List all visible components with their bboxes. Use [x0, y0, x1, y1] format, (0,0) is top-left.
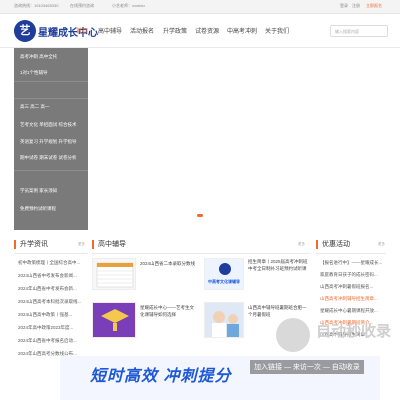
dropdown-item[interactable]: 期中试卷 期末试卷 试卷分析	[20, 155, 77, 161]
dropdown-item[interactable]: 英语复习 升学规划 升学指导	[20, 139, 77, 145]
table-image-icon	[96, 262, 134, 288]
dropdown-item[interactable]: 免费预约试听课程	[20, 206, 56, 212]
online-consult-link[interactable]: 在线预约咨询	[70, 3, 94, 9]
tutoring-column-title: 高中辅导	[92, 240, 126, 249]
banner-headline: 短时高效 冲刺提分	[90, 368, 232, 385]
watermark-title: 自动秒收录	[316, 322, 392, 340]
hotline-text: 咨询热线：19103465330	[14, 3, 59, 8]
watermark-logo-icon	[276, 318, 310, 352]
news-more-link[interactable]: 更多	[78, 242, 85, 247]
dropdown-item[interactable]: 高考冲刺 高中全托	[20, 54, 57, 60]
student-photo-icon	[212, 311, 239, 337]
list-item[interactable]: 2024山西高中政策丨强基...	[18, 312, 88, 318]
nav-dropdown-menu: 高考冲刺 高中全托 1对1个性辅导 高三 高二 高一 艺考文化 单招面试 综合技…	[14, 48, 88, 230]
thumb-label: 中高考文化课辅导	[208, 279, 240, 284]
dropdown-item[interactable]: 艺考文化 单招面试 综合技术	[20, 122, 77, 128]
card-thumbnail[interactable]	[92, 258, 136, 290]
card-thumbnail[interactable]	[204, 302, 244, 338]
dropdown-item[interactable]: 学员案例 家长须知	[20, 188, 57, 194]
apply-link[interactable]: 立即报名	[366, 3, 382, 9]
list-item[interactable]: 山西高考冲刺辅导招生简章...	[320, 296, 386, 302]
list-item[interactable]: 家庭教育日孩子的成长密码...	[320, 272, 386, 278]
card-title[interactable]: 2024山西省二本录取分数线	[140, 260, 198, 267]
dropdown-item[interactable]: 高三 高二 高一	[20, 104, 50, 110]
events-column-title: 优惠活动	[316, 240, 350, 249]
card-title[interactable]: 山西高中辅导班暑期班合肥一个月暑假班	[248, 304, 308, 318]
list-item[interactable]: 初中政策梳理丨全国综合高中...	[18, 260, 88, 266]
logo-text: 星耀成长中心	[38, 28, 98, 39]
list-item[interactable]: 2024年高中政策2023年度...	[18, 325, 88, 331]
list-item[interactable]: 山西高考冲刺暑假班报名...	[320, 284, 386, 290]
dropdown-divider	[14, 170, 88, 171]
dropdown-divider	[14, 81, 88, 82]
list-item[interactable]: 2024山西高考本科批次录取线...	[18, 299, 88, 305]
graduation-icon	[101, 309, 129, 331]
news-column-title: 升学资讯	[14, 240, 48, 249]
column-divider	[92, 253, 310, 254]
logo-badge: 艺	[14, 20, 36, 42]
card-thumbnail[interactable]	[92, 302, 136, 338]
list-item[interactable]: 2024山西省中考发布会新闻...	[18, 273, 88, 279]
list-item[interactable]: 【报名进行中】——星耀成长...	[320, 260, 386, 266]
card-title[interactable]: 招生简章丨2025届高考冲刺班中考全日制补习班预约试听课	[248, 258, 308, 272]
list-item[interactable]: 2024年山西省中考报名启动...	[18, 338, 88, 344]
column-divider	[14, 253, 88, 254]
card-thumbnail[interactable]: 中高考文化课辅导	[204, 258, 244, 290]
login-link[interactable]: 登录	[340, 3, 348, 9]
contact-text: 小艺老师：xxxedu	[112, 3, 145, 8]
tutoring-more-link[interactable]: 更多	[298, 242, 305, 247]
site-logo[interactable]: 艺 星耀成长中心	[14, 20, 98, 42]
register-link[interactable]: 注册	[352, 3, 360, 9]
list-item[interactable]: 2024年山西省中考发布会新...	[18, 286, 88, 292]
dropdown-divider	[14, 98, 88, 99]
nav-item-papers[interactable]: 试卷资源	[195, 22, 219, 42]
top-utility-bar: 咨询热线：19103465330 在线预约咨询 小艺老师：xxxedu 登录 注…	[0, 0, 400, 14]
list-item[interactable]: 星耀成长中心暑期课程开放...	[320, 308, 386, 314]
nav-item-tutoring[interactable]: 高中辅导	[98, 22, 122, 42]
search-input[interactable]: 输入搜索内容	[330, 25, 388, 37]
nav-item-home[interactable]: 首页	[76, 22, 88, 42]
nav-item-events[interactable]: 活动报名	[130, 22, 154, 42]
site-header: 艺 星耀成长中心 首页 高中辅导 活动报名 升学政策 试卷资源 中高考冲刺 关于…	[0, 14, 400, 48]
column-divider	[316, 253, 386, 254]
dropdown-item[interactable]: 1对1个性辅导	[20, 70, 48, 76]
card-title[interactable]: 星耀成长中心——艺考生文化课辅导如何选择	[140, 304, 198, 318]
carousel-indicator[interactable]	[197, 214, 203, 217]
logo-icon	[219, 263, 231, 275]
nav-item-policy[interactable]: 升学政策	[163, 22, 187, 42]
nav-item-about[interactable]: 关于我们	[265, 22, 289, 42]
events-more-link[interactable]: 更多	[378, 242, 385, 247]
nav-item-sprint[interactable]: 中高考冲刺	[227, 22, 257, 42]
watermark-subtitle: 加入链接 — 来访一次 — 自动收录	[250, 360, 364, 374]
